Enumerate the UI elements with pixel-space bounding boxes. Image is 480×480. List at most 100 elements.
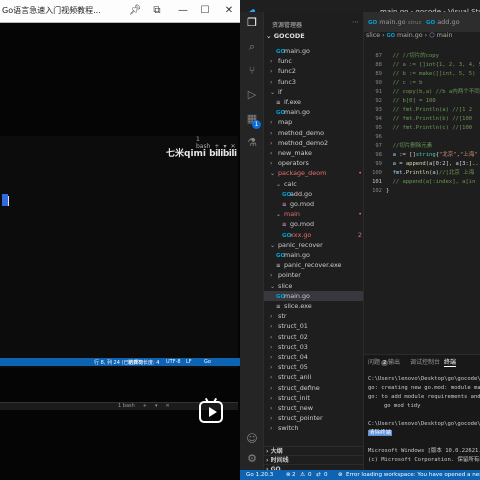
go-version-status[interactable]: Go 1.20.3 bbox=[246, 472, 273, 478]
tree-file[interactable]: GOmain.go bbox=[264, 290, 363, 301]
sidebar-section[interactable]: › 大纲 bbox=[264, 446, 363, 455]
mini-panel-control[interactable]: ▾ bbox=[155, 403, 158, 409]
account-icon[interactable]: ☺ bbox=[245, 432, 259, 446]
tree-folder[interactable]: › struct_01 bbox=[264, 321, 363, 331]
tree-file[interactable]: ≡ slice.exe bbox=[264, 301, 363, 311]
code-line[interactable]: 100 fmt.Println(a)//[北京 上海 bbox=[364, 169, 480, 178]
sidebar-section[interactable]: › 时间线 bbox=[264, 455, 363, 464]
testing-icon[interactable]: ⚗ bbox=[245, 136, 259, 150]
mini-panel-control[interactable]: 1 bash bbox=[118, 403, 135, 409]
tree-item-label: panic_recover.exe bbox=[284, 261, 342, 270]
tree-folder[interactable]: ⌄ if bbox=[264, 87, 363, 97]
tree-folder[interactable]: › struct_03 bbox=[264, 342, 363, 352]
code-line[interactable]: 94 // fmt.Println(b) //[100 bbox=[364, 115, 480, 124]
video-player-window: Go语言急速入门视频教程... 📌︎ ⧉ — ☐ ✕ 1 bash + ▾ ✕ 七米q… bbox=[0, 0, 240, 480]
tree-file[interactable]: GOxxx.go 2 bbox=[264, 230, 363, 240]
tree-item-label: struct_anli bbox=[278, 373, 312, 382]
tree-folder[interactable]: › struct_02 bbox=[264, 332, 363, 342]
tree-folder[interactable]: ⌄ main • bbox=[264, 209, 363, 219]
tree-folder[interactable]: › switch bbox=[264, 423, 363, 433]
tree-file[interactable]: ≡ panic_recover.exe bbox=[264, 260, 363, 270]
tree-folder[interactable]: › func3 bbox=[264, 77, 363, 87]
tree-folder[interactable]: › method_demo bbox=[264, 128, 363, 138]
tree-file[interactable]: ≡ go.mod bbox=[264, 199, 363, 209]
code-editor[interactable]: 87 // //切片的copy 88 // a := []int{1, 2, 3,… bbox=[364, 52, 480, 196]
breadcrumb-file[interactable]: main.go bbox=[397, 32, 423, 39]
sync-icon[interactable]: ⇄ bbox=[316, 472, 321, 478]
search-icon[interactable]: ⌕ bbox=[245, 40, 259, 54]
tree-folder[interactable]: › operators bbox=[264, 158, 363, 168]
tree-folder[interactable]: › func2 bbox=[264, 66, 363, 76]
pin-icon[interactable]: 📌︎ bbox=[128, 4, 142, 18]
code-line[interactable]: 102} bbox=[364, 187, 480, 196]
code-token: // c := b bbox=[392, 80, 423, 86]
tree-file[interactable]: GOadd.go bbox=[264, 189, 363, 199]
tree-folder[interactable]: › method_demo2 bbox=[264, 138, 363, 148]
maximize-icon[interactable]: ☐ bbox=[198, 4, 212, 18]
code-line[interactable]: 93 // fmt.Println(a) //[1 2 bbox=[364, 106, 480, 115]
code-line[interactable]: 96 bbox=[364, 133, 480, 142]
mini-panel-control[interactable]: ✕ bbox=[166, 403, 170, 409]
run-debug-icon[interactable]: ▷ bbox=[245, 88, 259, 102]
mini-window-icon[interactable]: ⧉ bbox=[150, 4, 164, 18]
code-line[interactable]: 90 // c := b bbox=[364, 79, 480, 88]
warning-icon[interactable]: ⚠︎ bbox=[300, 472, 305, 478]
tree-folder[interactable]: › new_make bbox=[264, 148, 363, 158]
error-icon[interactable]: ⊗ bbox=[286, 472, 291, 478]
source-control-icon[interactable]: ⑂ bbox=[245, 64, 259, 78]
code-line[interactable]: 89 // b := make([]int, 5, 5) bbox=[364, 70, 480, 79]
panel-tab[interactable]: 问题 2 bbox=[368, 357, 389, 366]
tree-folder[interactable]: › func bbox=[264, 56, 363, 66]
breadcrumb-symbol[interactable]: main bbox=[437, 32, 453, 39]
workspace-error-message[interactable]: Error loading workspace: You have opened… bbox=[346, 472, 480, 478]
tree-folder[interactable]: › struct_04 bbox=[264, 352, 363, 362]
minimize-icon[interactable]: — bbox=[176, 4, 190, 18]
tree-folder[interactable]: › struct_define bbox=[264, 383, 363, 393]
tree-folder[interactable]: › struct_pointer bbox=[264, 413, 363, 423]
settings-gear-icon[interactable]: ⚙ bbox=[245, 452, 259, 466]
tree-folder[interactable]: › pointer bbox=[264, 270, 363, 280]
mini-panel-control[interactable]: + bbox=[143, 403, 147, 409]
bilibili-play-icon[interactable] bbox=[199, 401, 223, 423]
breadcrumb-folder[interactable]: slice bbox=[366, 32, 380, 39]
code-line[interactable]: 98 a := []string{"北京","上海" bbox=[364, 151, 480, 160]
tab-add-go[interactable]: GO add.go bbox=[422, 12, 480, 32]
tree-folder[interactable]: ⌄ calc bbox=[264, 179, 363, 189]
code-line[interactable]: 88 // a := []int{1, 2, 3, 4, 5} bbox=[364, 61, 480, 70]
tree-folder[interactable]: ⌄ panic_recover bbox=[264, 240, 363, 250]
explorer-icon[interactable]: ❐ bbox=[245, 16, 259, 30]
video-frame[interactable]: 1 bash + ▾ ✕ 七米qimi bilibili 1 bash + ▾ ✕ bbox=[0, 136, 238, 410]
code-line[interactable]: 91 // copy(b,a) //b a内两个不同 bbox=[364, 88, 480, 97]
panel-tab[interactable]: 调试控制台 bbox=[410, 357, 440, 366]
tree-folder[interactable]: › struct_anli bbox=[264, 372, 363, 382]
player-titlebar[interactable]: Go语言急速入门视频教程... 📌︎ ⧉ — ☐ ✕ bbox=[0, 0, 240, 22]
code-line[interactable]: 101 // append(a[:index], a[in bbox=[364, 178, 480, 187]
tree-file[interactable]: GOmain.go bbox=[264, 250, 363, 260]
more-actions-icon[interactable]: ⋯ bbox=[352, 18, 359, 26]
panel-tab[interactable]: 输出 bbox=[388, 357, 400, 366]
tree-file[interactable]: ≡ go.mod bbox=[264, 219, 363, 229]
code-line[interactable]: 99 a = append(a[0:2], a[3:]... bbox=[364, 160, 480, 169]
tree-folder[interactable]: › map bbox=[264, 117, 363, 127]
terminal-text: C:\Users\lenovo\Desktop\go\gocode\pac bbox=[368, 376, 480, 382]
tree-file[interactable]: ≡ if.exe bbox=[264, 97, 363, 107]
tree-folder[interactable]: › struct_init bbox=[264, 393, 363, 403]
tree-folder[interactable]: › struct_05 bbox=[264, 362, 363, 372]
tree-folder[interactable]: › struct_new bbox=[264, 403, 363, 413]
tab-main-go-struct-anli[interactable]: GOmain.go struct_anli bbox=[364, 12, 436, 32]
tree-folder[interactable]: ⌄ slice bbox=[264, 281, 363, 291]
code-line[interactable]: 87 // //切片的copy bbox=[364, 52, 480, 61]
tree-file[interactable]: GOmain.go bbox=[264, 107, 363, 117]
tree-file[interactable]: GOmain.go bbox=[264, 46, 363, 56]
tree-folder[interactable]: › str bbox=[264, 311, 363, 321]
tree-folder[interactable]: ⌄ package_deom • bbox=[264, 168, 363, 178]
code-line[interactable]: 95 // fmt.Println(c) //[100 bbox=[364, 124, 480, 133]
code-line[interactable]: 92 // b[0] = 100 bbox=[364, 97, 480, 106]
panel-tab[interactable]: 终端 bbox=[444, 357, 457, 367]
close-icon[interactable]: ✕ bbox=[222, 4, 236, 18]
workspace-root[interactable]: ⌄ GOCODE bbox=[266, 32, 305, 40]
terminal-output[interactable]: C:\Users\lenovo\Desktop\go\gocode\pac go:… bbox=[368, 375, 480, 470]
code-line[interactable]: 97 //切片删除元素 bbox=[364, 142, 480, 151]
